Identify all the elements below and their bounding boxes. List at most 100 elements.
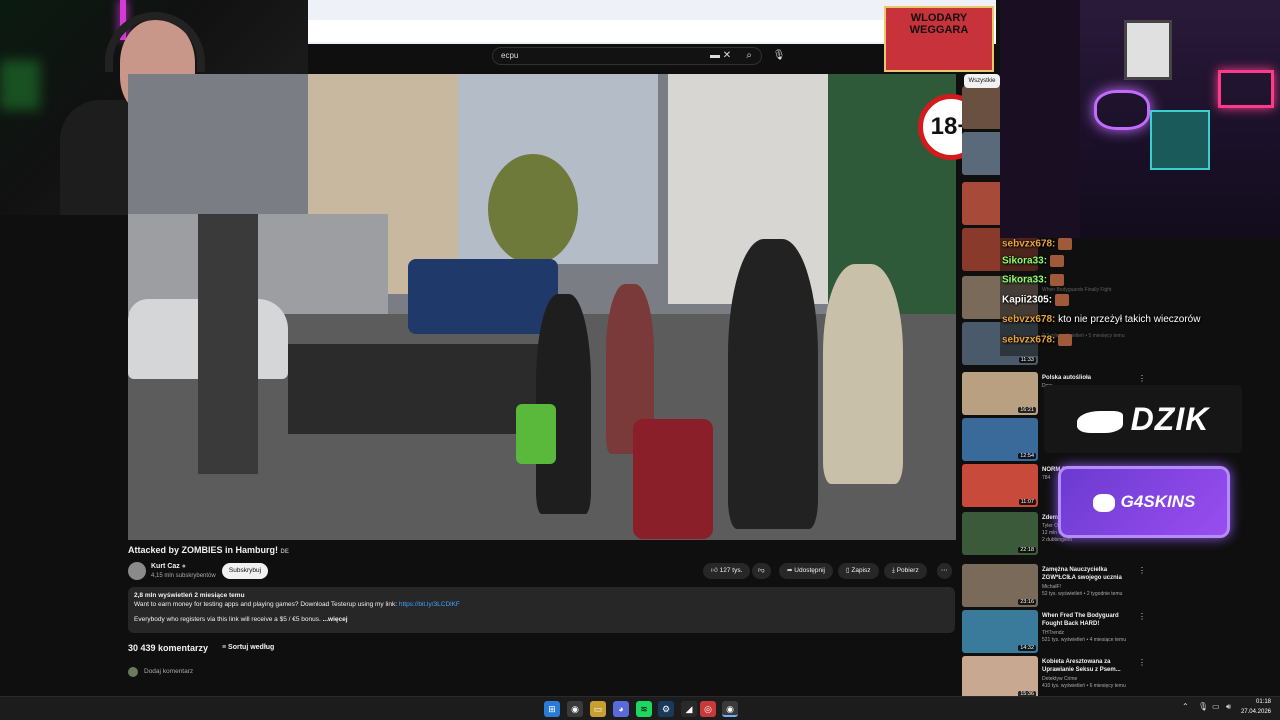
- video-thumbnail[interactable]: 22:18: [962, 512, 1038, 555]
- app-icon[interactable]: ◢: [681, 701, 697, 717]
- description-link[interactable]: https://bit.ly/3LCDlKF: [399, 601, 460, 608]
- description-box[interactable]: 2,8 mln wyświetleń 2 miesiące temu Want …: [128, 587, 955, 633]
- thumb-up-icon: 👍︎: [711, 567, 718, 574]
- sidebar-video-item[interactable]: 23:16 Zamężna Nauczycielka ZGW*ŁCIŁA swoj…: [962, 564, 1150, 608]
- file-explorer-icon[interactable]: ▭: [590, 701, 606, 717]
- video-thumbnail[interactable]: 12:54: [962, 418, 1038, 461]
- spotify-icon[interactable]: ≋: [636, 701, 652, 717]
- tray-chevron-icon[interactable]: ⌃: [1182, 702, 1189, 711]
- emote-icon: [1050, 274, 1065, 286]
- add-comment-input[interactable]: Dodaj komentarz: [144, 668, 193, 675]
- dislike-button[interactable]: 👎︎: [752, 563, 771, 579]
- more-vert-icon[interactable]: ⋮: [1138, 612, 1146, 621]
- share-icon: ➦: [787, 567, 793, 574]
- thumb-down-icon: 👎︎: [758, 567, 765, 574]
- video-thumbnail[interactable]: 15:36: [962, 656, 1038, 696]
- share-button[interactable]: ➦ Udostępnij: [779, 563, 833, 579]
- sidebar-channel-name: THTrendz: [1042, 630, 1065, 636]
- sidebar-video-title[interactable]: Kobieta Aresztowana za Uprawianie Seksu …: [1042, 658, 1134, 674]
- more-vert-icon[interactable]: ⋮: [1138, 374, 1146, 383]
- clock-time[interactable]: 01:18: [1243, 699, 1271, 705]
- tray-network-icon[interactable]: ▭: [1212, 702, 1220, 711]
- like-button[interactable]: 👍︎ 127 tys.: [703, 563, 751, 579]
- emote-icon: [1058, 334, 1073, 346]
- chat-username: sebvzx678:: [1002, 334, 1056, 346]
- windows-taskbar: ⊞ ◉ ▭ ◕ ≋ ⚙ ◢ ◎ ◉ ⌃ 🎙 ▭ 🔊︎: [0, 696, 1280, 720]
- video-thumbnail[interactable]: 16:21: [962, 372, 1038, 415]
- more-vert-icon[interactable]: ⋮: [1138, 566, 1146, 575]
- subscribe-button[interactable]: Subskrybuj: [222, 563, 268, 579]
- bookmark-icon: ▯: [846, 567, 850, 574]
- video-player[interactable]: [128, 74, 956, 540]
- sidebar-channel-name: Detektyw Crime: [1042, 676, 1078, 682]
- more-vert-icon[interactable]: ⋮: [1138, 658, 1146, 667]
- tray-mic-icon[interactable]: 🎙: [1198, 702, 1208, 711]
- save-button[interactable]: ▯ Zapisz: [838, 563, 879, 579]
- channel-name[interactable]: Kurt Caz ●: [151, 563, 186, 570]
- blue-van: [408, 259, 558, 334]
- sidebar-view-stats: 410 tys. wyświetleń • 6 miesięcy temu: [1042, 683, 1126, 689]
- language-tag: DE: [280, 549, 289, 555]
- chat-message: Sikora33:: [1002, 255, 1065, 267]
- chrome-icon[interactable]: ◉: [567, 701, 583, 717]
- user-avatar: [128, 667, 138, 677]
- green-bag: [516, 404, 556, 464]
- chat-message: sebvzx678:: [1002, 238, 1073, 250]
- tree: [488, 154, 578, 264]
- show-more-link[interactable]: ...więcej: [323, 616, 348, 623]
- video-duration: 16:21: [1018, 407, 1036, 413]
- clock-date[interactable]: 27.04.2026: [1236, 709, 1271, 715]
- green-light: [0, 60, 40, 110]
- chat-message: Kapii2305:: [1002, 294, 1070, 306]
- chip-all[interactable]: Wszystkie: [964, 74, 1000, 88]
- more-actions-button[interactable]: ⋯: [937, 563, 952, 579]
- neon-house-sign: [1218, 70, 1274, 108]
- emote-icon: [1055, 294, 1070, 306]
- pedestrian: [728, 239, 818, 529]
- microphone-icon[interactable]: 🎙: [772, 49, 786, 63]
- platinum-record: [1124, 20, 1172, 80]
- steam-icon[interactable]: ⚙: [658, 701, 674, 717]
- sort-comments-button[interactable]: ≡ Sortuj według: [222, 644, 274, 651]
- video-duration: 11:33: [1018, 357, 1036, 363]
- chat-username: sebvzx678:: [1002, 314, 1056, 325]
- bull-icon: [1076, 410, 1123, 433]
- sidebar-video-title[interactable]: When Fred The Bodyguard Fought Back HARD…: [1042, 612, 1134, 628]
- sidebar-view-stats: 521 tys. wyświetleń • 4 miesiące temu: [1042, 637, 1127, 643]
- emote-icon: [1050, 255, 1065, 267]
- sort-icon: ≡: [222, 644, 227, 651]
- video-thumbnail[interactable]: 11:07: [962, 464, 1038, 507]
- room-shadow: [1000, 0, 1080, 238]
- sidebar-video-item[interactable]: 14:32 When Fred The Bodyguard Fought Back…: [962, 610, 1150, 654]
- discord-icon[interactable]: ◕: [613, 701, 629, 717]
- wlodary-overlay-logo: WLODARY WEGGARA: [884, 6, 994, 72]
- chrome-active-icon[interactable]: ◉: [722, 701, 738, 717]
- view-stats: 2,8 mln wyświetleń 2 miesiące temu: [134, 592, 245, 599]
- video-thumbnail[interactable]: 14:32: [962, 610, 1038, 653]
- comments-count: 30 439 komentarzy: [128, 643, 209, 653]
- video-thumbnail[interactable]: 23:16: [962, 564, 1038, 607]
- description-line: Everybody who registers via this link wi…: [134, 616, 348, 623]
- channel-avatar[interactable]: [128, 562, 146, 580]
- sidebar-video-title[interactable]: Zamężna Nauczycielka ZGW*ŁCIŁA swojego u…: [1042, 566, 1134, 582]
- chat-message: Sikora33:: [1002, 274, 1065, 286]
- search-icon[interactable]: ⌕: [742, 49, 756, 63]
- obs-icon[interactable]: ◎: [700, 701, 716, 717]
- g4skins-sponsor-logo: G4SKINS: [1058, 466, 1230, 538]
- video-title: Attacked by ZOMBIES in Hamburg! DE: [128, 545, 289, 555]
- clear-search-icon[interactable]: ✕: [720, 49, 734, 63]
- start-icon[interactable]: ⊞: [544, 701, 560, 717]
- pedestrian: [823, 264, 903, 484]
- chat-username: Sikora33:: [1002, 255, 1048, 267]
- more-horiz-icon: ⋯: [941, 567, 948, 574]
- chat-username: Sikora33:: [1002, 274, 1048, 286]
- sidebar-video-title[interactable]: Polska autoślioła: [1042, 374, 1134, 382]
- ticket-machine: [198, 214, 258, 474]
- tray-volume-icon[interactable]: 🔊︎: [1226, 702, 1231, 712]
- download-button[interactable]: ⤓ Pobierz: [884, 563, 927, 579]
- dubbing-badge: 2 dubbingiem: [1042, 537, 1073, 543]
- subscriber-count: 4,15 mln subskrybentów: [151, 573, 216, 579]
- sidebar-video-item[interactable]: 15:36 Kobieta Aresztowana za Uprawianie S…: [962, 656, 1150, 696]
- verified-icon: ●: [181, 563, 186, 570]
- dzik-sponsor-logo: DZIK: [1044, 385, 1242, 453]
